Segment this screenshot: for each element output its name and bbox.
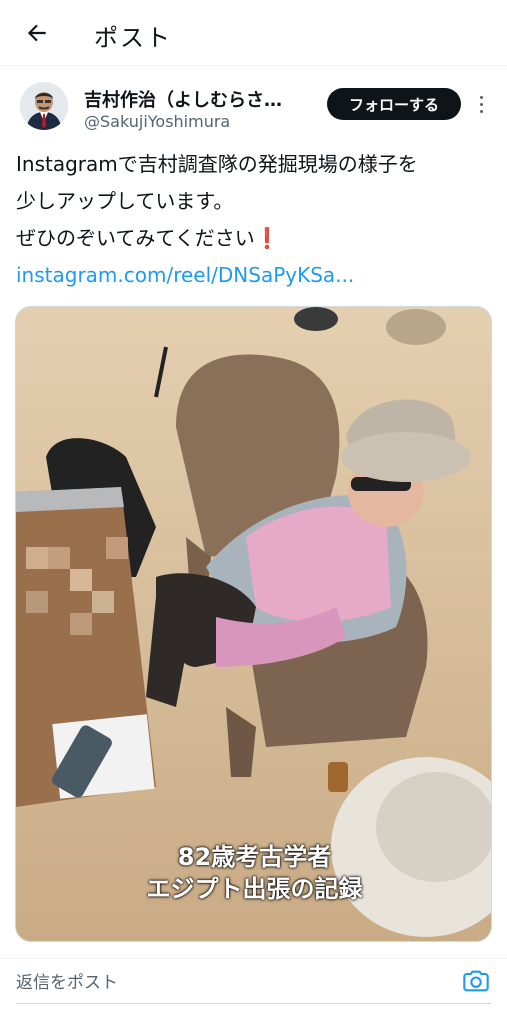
post-link[interactable]: instagram.com/reel/DNSaPyKSa... [16,257,492,294]
camera-button[interactable] [462,967,490,995]
avatar[interactable] [20,82,68,130]
author-handle[interactable]: @SakujiYoshimura [84,112,230,131]
post-line-3-text: ぜひのぞいてみてください [16,226,255,250]
post-line-3: ぜひのぞいてみてください❗ [16,220,492,257]
reply-bar: 返信をポスト [0,958,507,1006]
post-body: Instagramで吉村調査隊の発掘現場の様子を 少しアップしています。 ぜひの… [16,146,492,294]
back-button[interactable] [20,16,54,50]
follow-button[interactable]: フォローする [327,88,461,120]
author-name[interactable]: 吉村作治（よしむらさ… [84,86,282,112]
media-caption-line-2: エジプト出張の記録 [146,875,363,903]
reply-divider [16,1003,491,1004]
more-options-button[interactable] [472,90,490,118]
post-media-image[interactable]: 82歳考古学者 エジプト出張の記録 [15,306,492,942]
media-caption-line-1: 82歳考古学者 [177,843,332,871]
reply-input[interactable]: 返信をポスト [16,968,118,993]
more-vertical-icon [479,95,483,99]
more-dot [479,109,483,113]
more-dot [479,102,483,106]
post-line-2: 少しアップしています。 [16,189,234,213]
post-line-1: Instagramで吉村調査隊の発掘現場の様子を [16,152,418,176]
author-row: 吉村作治（よしむらさ… @SakujiYoshimura フォローする [0,66,507,144]
arrow-left-icon [27,24,46,42]
exclamation-emoji-icon: ❗ [254,226,280,250]
camera-icon [463,970,489,992]
page-title: ポスト [94,24,172,52]
top-bar: ポスト [0,0,507,66]
